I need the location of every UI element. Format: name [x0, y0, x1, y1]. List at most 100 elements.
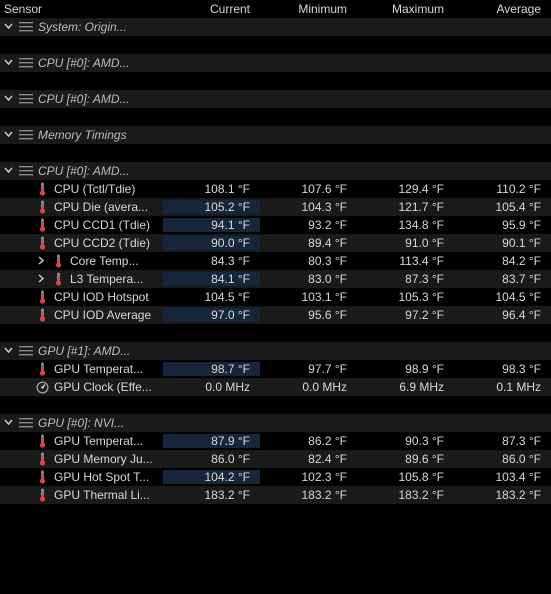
cell-minimum: 104.3 °F [260, 200, 357, 214]
cell-minimum: 107.6 °F [260, 182, 357, 196]
cell-maximum: 98.9 °F [357, 362, 454, 376]
thermometer-icon [34, 488, 50, 502]
group-header: Memory Timings [0, 128, 163, 142]
col-header-minimum[interactable]: Minimum [260, 2, 357, 16]
bars-icon [18, 21, 34, 33]
table-row[interactable] [0, 72, 551, 90]
cell-minimum: 83.0 °F [260, 272, 357, 286]
table-row[interactable]: GPU Hot Spot T...104.2 °F102.3 °F105.8 °… [0, 468, 551, 486]
cell-average: 104.5 °F [454, 290, 551, 304]
table-body: System: Origin... CPU [#0]: AMD... CPU [#0… [0, 18, 551, 522]
col-header-current[interactable]: Current [163, 2, 260, 16]
cell-average: 84.2 °F [454, 254, 551, 268]
sensor-cell: CPU Die (avera... [0, 200, 163, 214]
group-header: GPU [#0]: NVI... [0, 416, 163, 430]
table-row[interactable]: CPU CCD2 (Tdie)90.0 °F89.4 °F91.0 °F90.1… [0, 234, 551, 252]
cell-average: 183.2 °F [454, 488, 551, 502]
cell-current: 94.1 °F [163, 218, 260, 232]
chevron-down-icon[interactable] [4, 418, 14, 428]
table-row[interactable]: CPU IOD Average97.0 °F95.6 °F97.2 °F96.4… [0, 306, 551, 324]
blank-row [0, 148, 163, 158]
cell-current: 90.0 °F [163, 236, 260, 250]
table-row[interactable]: CPU (Tctl/Tdie)108.1 °F107.6 °F129.4 °F1… [0, 180, 551, 198]
cell-minimum: 183.2 °F [260, 488, 357, 502]
table-row[interactable] [0, 504, 551, 522]
row-label: CPU CCD2 (Tdie) [54, 236, 150, 250]
cell-maximum: 105.3 °F [357, 290, 454, 304]
row-label: GPU [#0]: NVI... [38, 416, 124, 430]
bars-icon [18, 57, 34, 69]
table-row[interactable]: GPU Temperat...87.9 °F86.2 °F90.3 °F87.3… [0, 432, 551, 450]
chevron-down-icon[interactable] [4, 94, 14, 104]
cell-maximum: 134.8 °F [357, 218, 454, 232]
table-row[interactable]: CPU [#0]: AMD... [0, 90, 551, 108]
sensor-cell: CPU (Tctl/Tdie) [0, 182, 163, 196]
gauge-icon [34, 381, 50, 394]
cell-minimum: 80.3 °F [260, 254, 357, 268]
row-label: CPU [#0]: AMD... [38, 164, 130, 178]
table-row[interactable]: GPU Temperat...98.7 °F97.7 °F98.9 °F98.3… [0, 360, 551, 378]
sensor-cell: GPU Thermal Li... [0, 488, 163, 502]
table-row[interactable] [0, 396, 551, 414]
group-header: CPU [#0]: AMD... [0, 56, 163, 70]
row-label: GPU Clock (Effe... [54, 380, 152, 394]
bars-icon [18, 165, 34, 177]
table-row[interactable] [0, 108, 551, 126]
sensor-cell: Core Temp... [0, 254, 163, 268]
cell-average: 110.2 °F [454, 182, 551, 196]
sensor-cell: CPU CCD2 (Tdie) [0, 236, 163, 250]
table-row[interactable]: GPU Clock (Effe...0.0 MHz0.0 MHz6.9 MHz0… [0, 378, 551, 396]
cell-maximum: 6.9 MHz [357, 380, 454, 394]
table-row[interactable]: L3 Tempera...84.1 °F83.0 °F87.3 °F83.7 °… [0, 270, 551, 288]
cell-minimum: 102.3 °F [260, 470, 357, 484]
chevron-down-icon[interactable] [4, 166, 14, 176]
table-row[interactable] [0, 144, 551, 162]
chevron-right-icon[interactable] [36, 274, 46, 284]
thermometer-icon [34, 362, 50, 376]
blank-row [0, 40, 163, 50]
row-label: L3 Tempera... [70, 272, 143, 286]
cell-minimum: 95.6 °F [260, 308, 357, 322]
header-row: Sensor Current Minimum Maximum Average [0, 0, 551, 18]
thermometer-icon [34, 308, 50, 322]
table-row[interactable]: GPU Thermal Li...183.2 °F183.2 °F183.2 °… [0, 486, 551, 504]
chevron-down-icon[interactable] [4, 346, 14, 356]
table-row[interactable]: CPU [#0]: AMD... [0, 54, 551, 72]
table-row[interactable] [0, 324, 551, 342]
table-row[interactable]: CPU [#0]: AMD... [0, 162, 551, 180]
table-row[interactable]: System: Origin... [0, 18, 551, 36]
cell-current: 84.3 °F [163, 254, 260, 268]
chevron-right-icon[interactable] [36, 256, 46, 266]
sensor-cell: GPU Temperat... [0, 362, 163, 376]
cell-maximum: 121.7 °F [357, 200, 454, 214]
cell-minimum: 97.7 °F [260, 362, 357, 376]
col-header-maximum[interactable]: Maximum [357, 2, 454, 16]
table-row[interactable]: GPU Memory Ju...86.0 °F82.4 °F89.6 °F86.… [0, 450, 551, 468]
table-row[interactable]: CPU IOD Hotspot104.5 °F103.1 °F105.3 °F1… [0, 288, 551, 306]
cell-maximum: 105.8 °F [357, 470, 454, 484]
table-row[interactable]: CPU Die (avera...105.2 °F104.3 °F121.7 °… [0, 198, 551, 216]
cell-current: 86.0 °F [163, 452, 260, 466]
chevron-down-icon[interactable] [4, 22, 14, 32]
sensor-cell: GPU Hot Spot T... [0, 470, 163, 484]
col-header-sensor[interactable]: Sensor [0, 2, 163, 16]
cell-current: 87.9 °F [163, 434, 260, 448]
table-row[interactable] [0, 36, 551, 54]
chevron-down-icon[interactable] [4, 58, 14, 68]
table-row[interactable]: GPU [#1]: AMD... [0, 342, 551, 360]
cell-average: 0.1 MHz [454, 380, 551, 394]
chevron-down-icon[interactable] [4, 130, 14, 140]
table-row[interactable]: CPU CCD1 (Tdie)94.1 °F93.2 °F134.8 °F95.… [0, 216, 551, 234]
row-label: CPU IOD Average [54, 308, 151, 322]
thermometer-icon [34, 218, 50, 232]
table-row[interactable]: Core Temp...84.3 °F80.3 °F113.4 °F84.2 °… [0, 252, 551, 270]
table-row[interactable]: Memory Timings [0, 126, 551, 144]
cell-average: 105.4 °F [454, 200, 551, 214]
row-label: GPU Hot Spot T... [54, 470, 149, 484]
row-label: Core Temp... [70, 254, 138, 268]
cell-current: 104.5 °F [163, 290, 260, 304]
sensor-table: Sensor Current Minimum Maximum Average S… [0, 0, 551, 522]
col-header-average[interactable]: Average [454, 2, 551, 16]
thermometer-icon [34, 434, 50, 448]
table-row[interactable]: GPU [#0]: NVI... [0, 414, 551, 432]
